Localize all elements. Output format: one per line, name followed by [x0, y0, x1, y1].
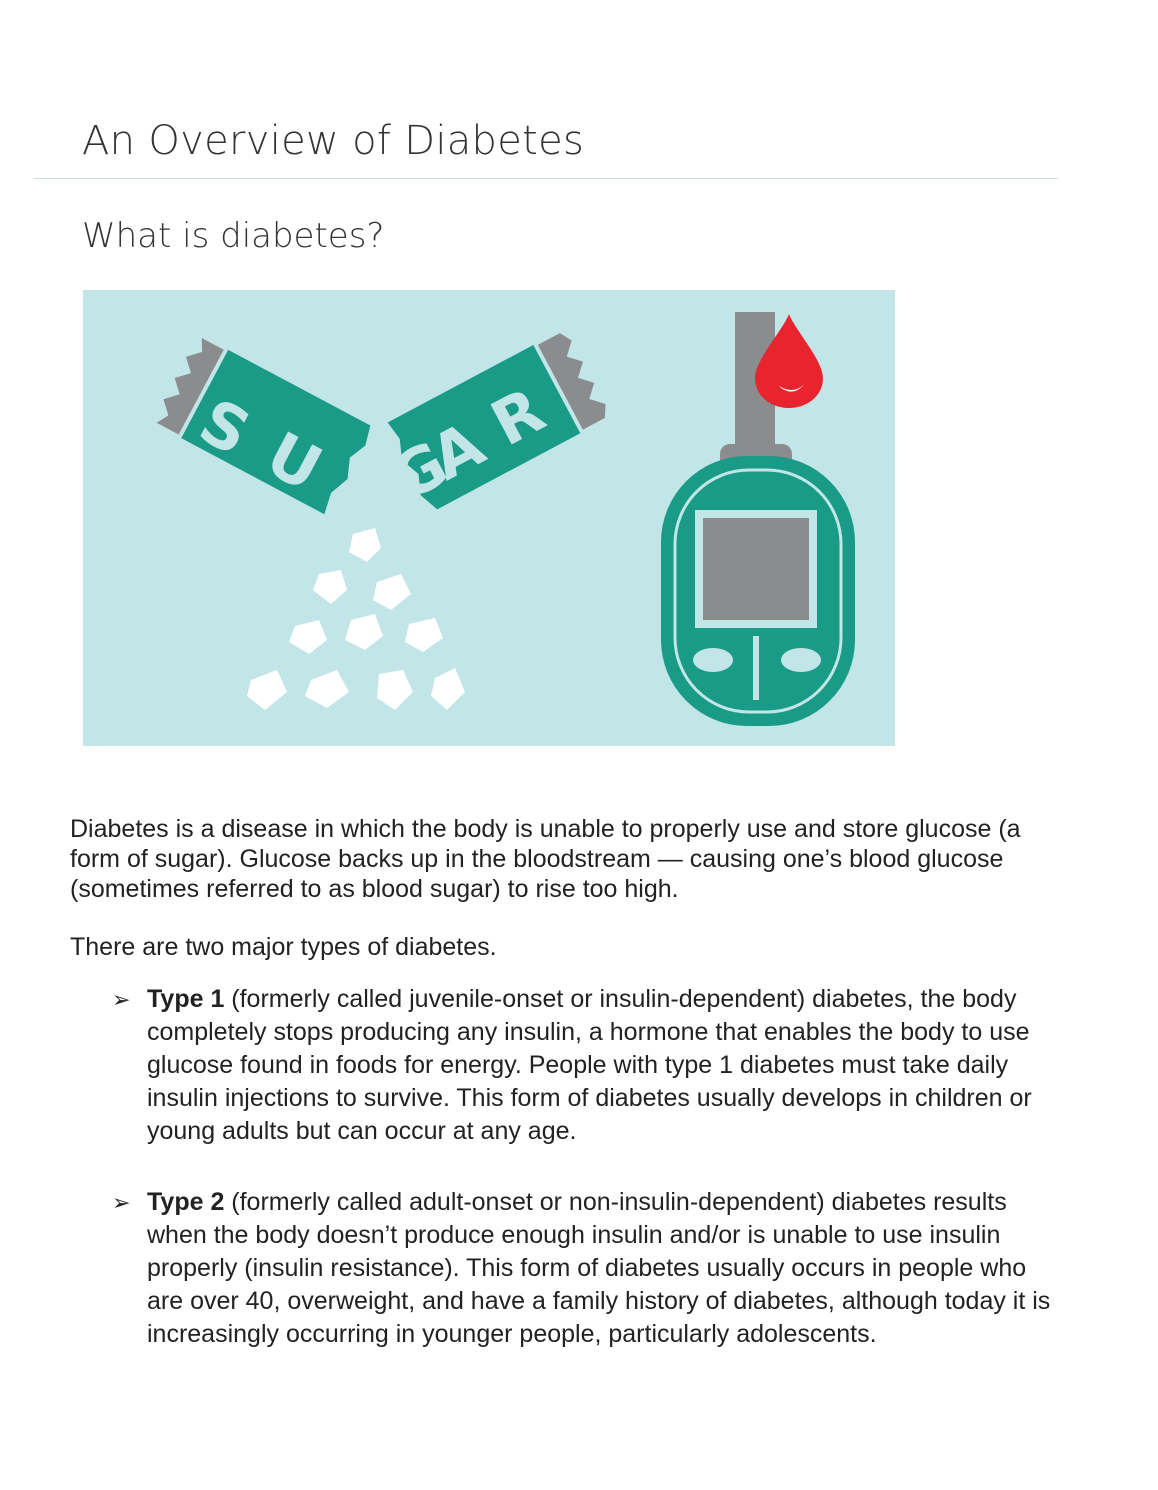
- arrow-bullet-icon: ➢: [112, 1190, 131, 1215]
- diabetes-definition-paragraph: Diabetes is a disease in which the body …: [70, 815, 1021, 903]
- types-intro-paragraph: There are two major types of diabetes.: [70, 933, 497, 961]
- type-description: (formerly called adult-onset or non-insu…: [147, 1188, 1051, 1348]
- page-title: An Overview of Diabetes: [82, 118, 585, 164]
- type-name: Type 1: [147, 985, 225, 1013]
- title-divider: [34, 178, 1058, 179]
- sugar-glucose-meter-illustration: S U G A R: [83, 290, 895, 746]
- section-heading: What is diabetes?: [82, 216, 385, 256]
- arrow-bullet-icon: ➢: [112, 987, 131, 1012]
- type-description: (formerly called juvenile-onset or insul…: [147, 985, 1032, 1145]
- type-name: Type 2: [147, 1188, 225, 1216]
- list-item-type-1: ➢ Type 1 (formerly called juvenile-onset…: [112, 983, 1052, 1148]
- list-item-type-2: ➢ Type 2 (formerly called adult-onset or…: [112, 1186, 1052, 1351]
